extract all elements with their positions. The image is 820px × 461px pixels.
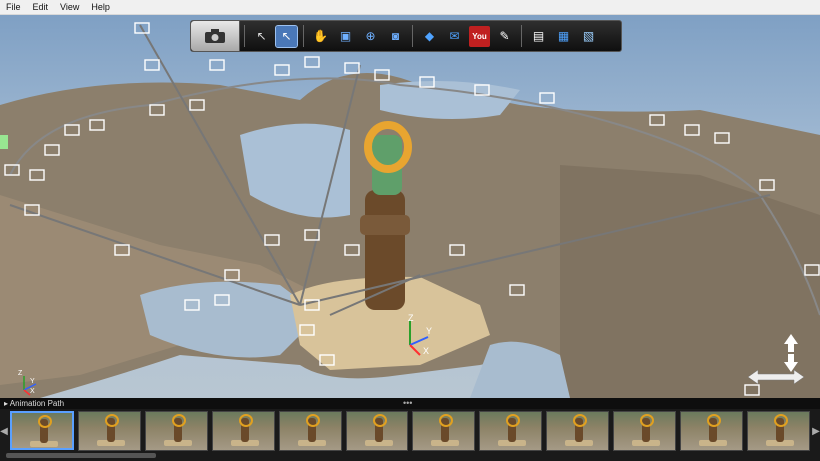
select-active-icon[interactable]: ↖ — [275, 24, 298, 48]
animation-thumbnail[interactable] — [77, 411, 141, 451]
animation-thumbnail[interactable] — [546, 411, 610, 451]
menu-bar: File Edit View Help — [0, 0, 820, 15]
cube-share-icon[interactable]: ▦ — [553, 26, 574, 47]
horizontal-scrollbar[interactable] — [6, 453, 156, 458]
down-arrow-icon — [784, 354, 798, 372]
toolbar-separator — [412, 25, 413, 47]
email-icon[interactable]: ✉ — [444, 26, 465, 47]
panel-grip-icon[interactable]: ••• — [403, 398, 412, 408]
corner-axis-x: X — [30, 388, 35, 395]
navigation-arrows[interactable] — [746, 332, 806, 392]
menu-edit[interactable]: Edit — [27, 0, 55, 14]
camera-icon — [205, 29, 225, 43]
scroll-right-icon[interactable]: ▶ — [812, 411, 820, 451]
main-toolbar: ↖ ↖ ✋ ▣ ⊕ ◙ ◆ ✉ You ✎ ▤ ▦ ▧ — [190, 20, 622, 52]
animation-path-title: ▸ Animation Path — [4, 399, 65, 408]
snapshot-icon[interactable]: ◙ — [385, 26, 406, 47]
animation-path-header[interactable]: ▸ Animation Path ••• — [0, 398, 820, 409]
animation-path-panel: ▸ Animation Path ••• ◀ ▶ — [0, 398, 820, 461]
edit-pen-icon[interactable]: ✎ — [494, 26, 515, 47]
toolbar-separator — [244, 25, 245, 47]
toolbar-buttons: ↖ ↖ ✋ ▣ ⊕ ◙ ◆ ✉ You ✎ ▤ ▦ ▧ — [249, 24, 601, 48]
menu-help[interactable]: Help — [85, 0, 116, 14]
menu-view[interactable]: View — [54, 0, 85, 14]
animation-thumbnail[interactable] — [278, 411, 342, 451]
corner-axis-z: Z — [18, 370, 23, 377]
3d-viewport[interactable]: Y X Z Y X Z — [0, 15, 820, 398]
scene-render — [0, 22, 820, 398]
left-right-arrow-icon — [747, 369, 805, 385]
animation-thumbnail[interactable] — [345, 411, 409, 451]
animation-thumbnail[interactable] — [10, 411, 74, 450]
toolbar-separator — [303, 25, 304, 47]
corner-axis-y: Y — [30, 378, 35, 385]
animation-thumbnail[interactable] — [144, 411, 208, 451]
axis-y-label: Y — [426, 326, 433, 336]
animation-thumbnail[interactable] — [211, 411, 275, 451]
axis-z-label: Z — [408, 313, 414, 323]
menu-file[interactable]: File — [0, 0, 27, 14]
animation-thumbnail[interactable] — [680, 411, 744, 451]
diamond-icon[interactable]: ◆ — [419, 26, 440, 47]
animation-thumbnail[interactable] — [479, 411, 543, 451]
orbit-icon[interactable]: ⊕ — [360, 26, 381, 47]
youtube-icon[interactable]: You — [469, 25, 490, 47]
hand-nav-icon[interactable]: ✋ — [310, 26, 331, 47]
animation-thumbnail[interactable] — [747, 411, 810, 451]
animation-thumbnail[interactable] — [613, 411, 677, 451]
scroll-left-icon[interactable]: ◀ — [0, 411, 8, 451]
document-icon[interactable]: ▧ — [578, 26, 599, 47]
camera-button[interactable] — [191, 21, 240, 51]
up-arrow-icon — [784, 334, 798, 352]
thumbnail-strip — [10, 411, 810, 451]
export-icon[interactable]: ▤ — [528, 26, 549, 47]
camera-move-icon[interactable]: ▣ — [335, 26, 356, 47]
toolbar-separator — [521, 25, 522, 47]
animation-thumbnail[interactable] — [412, 411, 476, 451]
axis-x-label: X — [423, 346, 430, 356]
animation-path-label: Animation Path — [9, 399, 65, 408]
select-arrow-icon[interactable]: ↖ — [251, 26, 272, 47]
